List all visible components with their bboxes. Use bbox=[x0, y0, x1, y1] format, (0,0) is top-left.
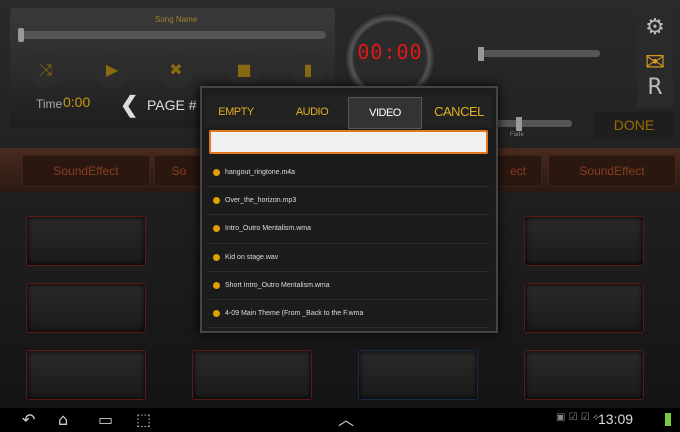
bullet-icon bbox=[213, 281, 220, 289]
file-name: 4-09 Main Theme (From _Back to the F.wma bbox=[225, 310, 364, 318]
file-name: Intro_Outro Mentalism.wma bbox=[225, 225, 311, 233]
seek-bar[interactable] bbox=[18, 31, 326, 39]
r-button[interactable]: R bbox=[637, 72, 673, 108]
chevron-left-icon[interactable]: ❮ bbox=[120, 92, 138, 118]
bullet-icon bbox=[213, 225, 220, 233]
bullet-icon bbox=[213, 169, 220, 177]
sound-pad[interactable] bbox=[524, 283, 644, 333]
settings-button[interactable]: ⚙ bbox=[637, 12, 673, 48]
soundeffect-button[interactable]: SoundEffect bbox=[548, 155, 676, 187]
sound-pad[interactable] bbox=[26, 283, 146, 333]
play-button[interactable]: ▶ bbox=[94, 52, 130, 88]
cancel-button[interactable]: CANCEL bbox=[430, 97, 488, 127]
waveform-button[interactable]: ▮ bbox=[290, 52, 326, 88]
recent-apps-icon[interactable]: ▭ bbox=[98, 410, 113, 430]
stop-icon: ■ bbox=[236, 60, 252, 79]
tab-empty-tracks[interactable]: EMPTY TRACKS bbox=[204, 97, 268, 148]
x-icon: ✖ bbox=[169, 60, 183, 79]
sound-pad[interactable] bbox=[524, 350, 644, 400]
gear-icon: ⚙ bbox=[645, 15, 665, 40]
waveform-icon: ▮ bbox=[303, 60, 313, 79]
list-item[interactable]: Intro_Outro Mentalism.wma bbox=[207, 215, 489, 244]
soundeffect-button[interactable]: So bbox=[154, 155, 204, 187]
fade-handle[interactable] bbox=[516, 117, 522, 131]
sound-pad[interactable] bbox=[192, 350, 312, 400]
sound-pad[interactable] bbox=[358, 350, 478, 400]
tab-video-library[interactable]: VIDEO LIBRARY bbox=[348, 97, 422, 149]
list-item[interactable]: Over_the_horizon.mp3 bbox=[207, 187, 489, 216]
time-value: 0:00 bbox=[63, 94, 91, 110]
done-button[interactable]: DONE bbox=[594, 112, 674, 138]
shuffle-button[interactable]: ⤨ bbox=[28, 52, 64, 88]
fade-slider[interactable] bbox=[495, 120, 572, 127]
bullet-icon bbox=[213, 253, 220, 261]
clock-digits: 00:00 bbox=[357, 40, 423, 64]
shuffle-icon: ⤨ bbox=[39, 60, 53, 79]
chevron-up-icon[interactable]: ︿ bbox=[338, 410, 354, 430]
home-icon[interactable]: ⌂ bbox=[58, 410, 68, 430]
sound-pad[interactable] bbox=[26, 350, 146, 400]
file-name: Short Intro_Outro Mentalism.wma bbox=[225, 281, 330, 289]
page-label: PAGE # bbox=[147, 97, 197, 113]
tab-audio-library[interactable]: AUDIO LIBRARY bbox=[278, 97, 346, 148]
soundeffect-button[interactable]: SoundEffect bbox=[22, 155, 150, 187]
app-window: Song Name ⤨ ▶ ✖ ■ ▮ Time 0:00 ❮ PAGE # 0… bbox=[0, 0, 680, 408]
seek-handle[interactable] bbox=[18, 28, 24, 42]
search-input[interactable] bbox=[209, 130, 488, 154]
back-icon[interactable]: ↶ bbox=[22, 410, 35, 430]
time-label: Time bbox=[36, 97, 63, 111]
stop-button[interactable]: ■ bbox=[226, 52, 262, 88]
stop-x-button[interactable]: ✖ bbox=[158, 52, 194, 88]
list-item[interactable]: hangout_ringtone.m4a bbox=[207, 159, 489, 188]
list-item[interactable]: Kid on stage.wav bbox=[207, 244, 489, 272]
notification-icons: ▣ ☑ ☑ ⟡ bbox=[556, 412, 600, 423]
list-item[interactable]: 4-09 Main Theme (From _Back to the F.wma bbox=[207, 300, 489, 329]
screenshot-icon[interactable]: ⬚ bbox=[136, 410, 151, 430]
file-name: hangout_ringtone.m4a bbox=[225, 169, 296, 177]
song-name-label: Song Name bbox=[155, 15, 198, 24]
bullet-icon bbox=[213, 197, 220, 205]
file-name: Kid on stage.wav bbox=[225, 253, 279, 261]
sound-pad[interactable] bbox=[524, 216, 644, 266]
sound-pad[interactable] bbox=[26, 216, 146, 266]
play-icon: ▶ bbox=[105, 60, 119, 79]
soundeffect-button[interactable]: ect bbox=[494, 155, 542, 187]
bullet-icon bbox=[213, 310, 220, 318]
volume-slider[interactable] bbox=[478, 50, 600, 57]
status-time: 13:09 bbox=[598, 411, 634, 427]
volume-handle[interactable] bbox=[478, 47, 484, 61]
file-list: hangout_ringtone.m4a Over_the_horizon.mp… bbox=[207, 159, 489, 329]
fade-label: Fade bbox=[510, 132, 524, 138]
file-name: Over_the_horizon.mp3 bbox=[225, 197, 297, 205]
list-item[interactable]: Short Intro_Outro Mentalism.wma bbox=[207, 272, 489, 300]
battery-icon bbox=[665, 413, 671, 426]
